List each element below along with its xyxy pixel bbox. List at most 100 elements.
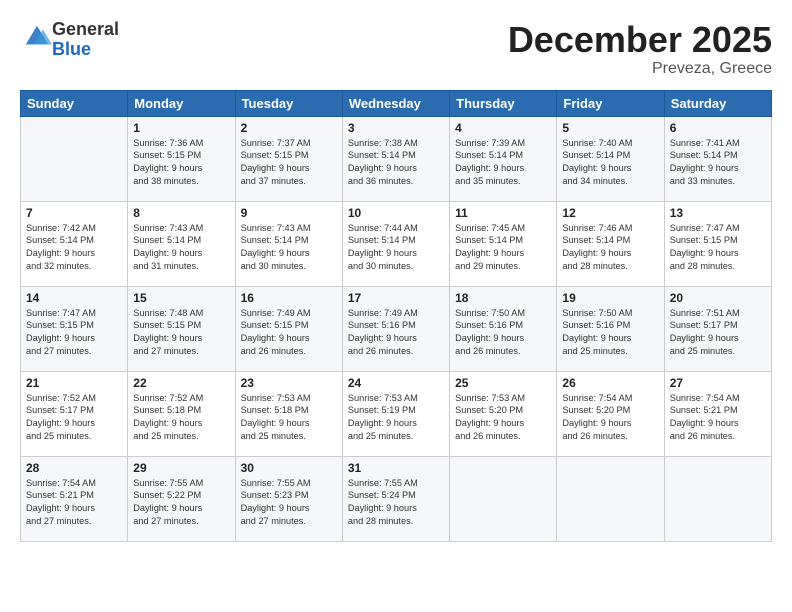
day-cell: 30 Sunrise: 7:55 AMSunset: 5:23 PMDayligh… xyxy=(235,456,342,541)
day-cell xyxy=(21,116,128,201)
day-info: Sunrise: 7:48 AMSunset: 5:15 PMDaylight:… xyxy=(133,307,229,359)
day-number: 11 xyxy=(455,206,551,220)
week-row-2: 7 Sunrise: 7:42 AMSunset: 5:14 PMDaylight… xyxy=(21,201,772,286)
day-info: Sunrise: 7:43 AMSunset: 5:14 PMDaylight:… xyxy=(133,222,229,274)
day-number: 5 xyxy=(562,121,658,135)
day-info: Sunrise: 7:49 AMSunset: 5:15 PMDaylight:… xyxy=(241,307,337,359)
day-info: Sunrise: 7:52 AMSunset: 5:18 PMDaylight:… xyxy=(133,392,229,444)
logo-icon xyxy=(22,22,52,52)
day-cell: 10Sunrise: 7:44 AMSunset: 5:14 PMDayligh… xyxy=(342,201,449,286)
day-cell: 7 Sunrise: 7:42 AMSunset: 5:14 PMDaylight… xyxy=(21,201,128,286)
week-row-3: 14 Sunrise: 7:47 AMSunset: 5:15 PMDayligh… xyxy=(21,286,772,371)
day-cell: 29 Sunrise: 7:55 AMSunset: 5:22 PMDayligh… xyxy=(128,456,235,541)
day-info: Sunrise: 7:53 AMSunset: 5:20 PMDaylight:… xyxy=(455,392,551,444)
day-number: 31 xyxy=(348,461,444,475)
day-info: Sunrise: 7:45 AMSunset: 5:14 PMDaylight:… xyxy=(455,222,551,274)
day-cell: 21 Sunrise: 7:52 AMSunset: 5:17 PMDayligh… xyxy=(21,371,128,456)
header-day-wednesday: Wednesday xyxy=(342,90,449,116)
day-cell: 3 Sunrise: 7:38 AMSunset: 5:14 PMDaylight… xyxy=(342,116,449,201)
day-info: Sunrise: 7:55 AMSunset: 5:24 PMDaylight:… xyxy=(348,477,444,529)
logo: General Blue xyxy=(20,20,119,60)
day-cell: 26Sunrise: 7:54 AMSunset: 5:20 PMDayligh… xyxy=(557,371,664,456)
day-number: 21 xyxy=(26,376,122,390)
day-number: 6 xyxy=(670,121,766,135)
week-row-5: 28 Sunrise: 7:54 AMSunset: 5:21 PMDayligh… xyxy=(21,456,772,541)
day-cell: 8 Sunrise: 7:43 AMSunset: 5:14 PMDaylight… xyxy=(128,201,235,286)
page: General Blue December 2025 Preveza, Gree… xyxy=(0,0,792,612)
day-info: Sunrise: 7:38 AMSunset: 5:14 PMDaylight:… xyxy=(348,137,444,189)
day-number: 26 xyxy=(562,376,658,390)
day-info: Sunrise: 7:37 AMSunset: 5:15 PMDaylight:… xyxy=(241,137,337,189)
header-day-tuesday: Tuesday xyxy=(235,90,342,116)
day-number: 28 xyxy=(26,461,122,475)
day-number: 19 xyxy=(562,291,658,305)
day-info: Sunrise: 7:55 AMSunset: 5:22 PMDaylight:… xyxy=(133,477,229,529)
day-info: Sunrise: 7:53 AMSunset: 5:19 PMDaylight:… xyxy=(348,392,444,444)
day-cell: 2Sunrise: 7:37 AMSunset: 5:15 PMDaylight… xyxy=(235,116,342,201)
day-info: Sunrise: 7:39 AMSunset: 5:14 PMDaylight:… xyxy=(455,137,551,189)
day-number: 7 xyxy=(26,206,122,220)
day-number: 1 xyxy=(133,121,229,135)
day-info: Sunrise: 7:47 AMSunset: 5:15 PMDaylight:… xyxy=(26,307,122,359)
day-cell: 18Sunrise: 7:50 AMSunset: 5:16 PMDayligh… xyxy=(450,286,557,371)
day-cell: 31 Sunrise: 7:55 AMSunset: 5:24 PMDayligh… xyxy=(342,456,449,541)
title-block: December 2025 Preveza, Greece xyxy=(508,20,772,78)
day-number: 13 xyxy=(670,206,766,220)
day-number: 14 xyxy=(26,291,122,305)
day-cell xyxy=(664,456,771,541)
day-cell: 28 Sunrise: 7:54 AMSunset: 5:21 PMDayligh… xyxy=(21,456,128,541)
day-info: Sunrise: 7:42 AMSunset: 5:14 PMDaylight:… xyxy=(26,222,122,274)
logo-general: General xyxy=(52,19,119,39)
day-info: Sunrise: 7:43 AMSunset: 5:14 PMDaylight:… xyxy=(241,222,337,274)
day-number: 30 xyxy=(241,461,337,475)
day-number: 29 xyxy=(133,461,229,475)
day-number: 24 xyxy=(348,376,444,390)
day-cell: 23 Sunrise: 7:53 AMSunset: 5:18 PMDayligh… xyxy=(235,371,342,456)
header: General Blue December 2025 Preveza, Gree… xyxy=(20,20,772,78)
header-row: SundayMondayTuesdayWednesdayThursdayFrid… xyxy=(21,90,772,116)
week-row-4: 21 Sunrise: 7:52 AMSunset: 5:17 PMDayligh… xyxy=(21,371,772,456)
header-day-friday: Friday xyxy=(557,90,664,116)
header-day-monday: Monday xyxy=(128,90,235,116)
day-info: Sunrise: 7:46 AMSunset: 5:14 PMDaylight:… xyxy=(562,222,658,274)
day-info: Sunrise: 7:50 AMSunset: 5:16 PMDaylight:… xyxy=(562,307,658,359)
day-number: 3 xyxy=(348,121,444,135)
day-number: 22 xyxy=(133,376,229,390)
day-cell: 27Sunrise: 7:54 AMSunset: 5:21 PMDayligh… xyxy=(664,371,771,456)
month-title: December 2025 xyxy=(508,20,772,60)
day-cell xyxy=(450,456,557,541)
logo-text: General Blue xyxy=(52,20,119,60)
day-cell: 6Sunrise: 7:41 AMSunset: 5:14 PMDaylight… xyxy=(664,116,771,201)
day-cell: 1 Sunrise: 7:36 AMSunset: 5:15 PMDaylight… xyxy=(128,116,235,201)
day-cell: 9Sunrise: 7:43 AMSunset: 5:14 PMDaylight… xyxy=(235,201,342,286)
day-info: Sunrise: 7:50 AMSunset: 5:16 PMDaylight:… xyxy=(455,307,551,359)
day-cell: 12 Sunrise: 7:46 AMSunset: 5:14 PMDayligh… xyxy=(557,201,664,286)
day-cell: 13Sunrise: 7:47 AMSunset: 5:15 PMDayligh… xyxy=(664,201,771,286)
day-cell: 20Sunrise: 7:51 AMSunset: 5:17 PMDayligh… xyxy=(664,286,771,371)
day-info: Sunrise: 7:40 AMSunset: 5:14 PMDaylight:… xyxy=(562,137,658,189)
day-number: 12 xyxy=(562,206,658,220)
day-number: 8 xyxy=(133,206,229,220)
day-info: Sunrise: 7:53 AMSunset: 5:18 PMDaylight:… xyxy=(241,392,337,444)
day-cell: 24 Sunrise: 7:53 AMSunset: 5:19 PMDayligh… xyxy=(342,371,449,456)
header-day-saturday: Saturday xyxy=(664,90,771,116)
calendar-table: SundayMondayTuesdayWednesdayThursdayFrid… xyxy=(20,90,772,542)
day-number: 4 xyxy=(455,121,551,135)
day-cell: 5 Sunrise: 7:40 AMSunset: 5:14 PMDaylight… xyxy=(557,116,664,201)
header-day-sunday: Sunday xyxy=(21,90,128,116)
day-info: Sunrise: 7:51 AMSunset: 5:17 PMDaylight:… xyxy=(670,307,766,359)
day-number: 16 xyxy=(241,291,337,305)
day-cell: 14 Sunrise: 7:47 AMSunset: 5:15 PMDayligh… xyxy=(21,286,128,371)
day-cell: 15Sunrise: 7:48 AMSunset: 5:15 PMDayligh… xyxy=(128,286,235,371)
day-cell: 11 Sunrise: 7:45 AMSunset: 5:14 PMDayligh… xyxy=(450,201,557,286)
day-info: Sunrise: 7:54 AMSunset: 5:21 PMDaylight:… xyxy=(26,477,122,529)
day-info: Sunrise: 7:54 AMSunset: 5:21 PMDaylight:… xyxy=(670,392,766,444)
day-number: 25 xyxy=(455,376,551,390)
day-cell xyxy=(557,456,664,541)
week-row-1: 1 Sunrise: 7:36 AMSunset: 5:15 PMDaylight… xyxy=(21,116,772,201)
day-info: Sunrise: 7:55 AMSunset: 5:23 PMDaylight:… xyxy=(241,477,337,529)
day-info: Sunrise: 7:36 AMSunset: 5:15 PMDaylight:… xyxy=(133,137,229,189)
day-cell: 16 Sunrise: 7:49 AMSunset: 5:15 PMDayligh… xyxy=(235,286,342,371)
day-info: Sunrise: 7:52 AMSunset: 5:17 PMDaylight:… xyxy=(26,392,122,444)
day-number: 23 xyxy=(241,376,337,390)
